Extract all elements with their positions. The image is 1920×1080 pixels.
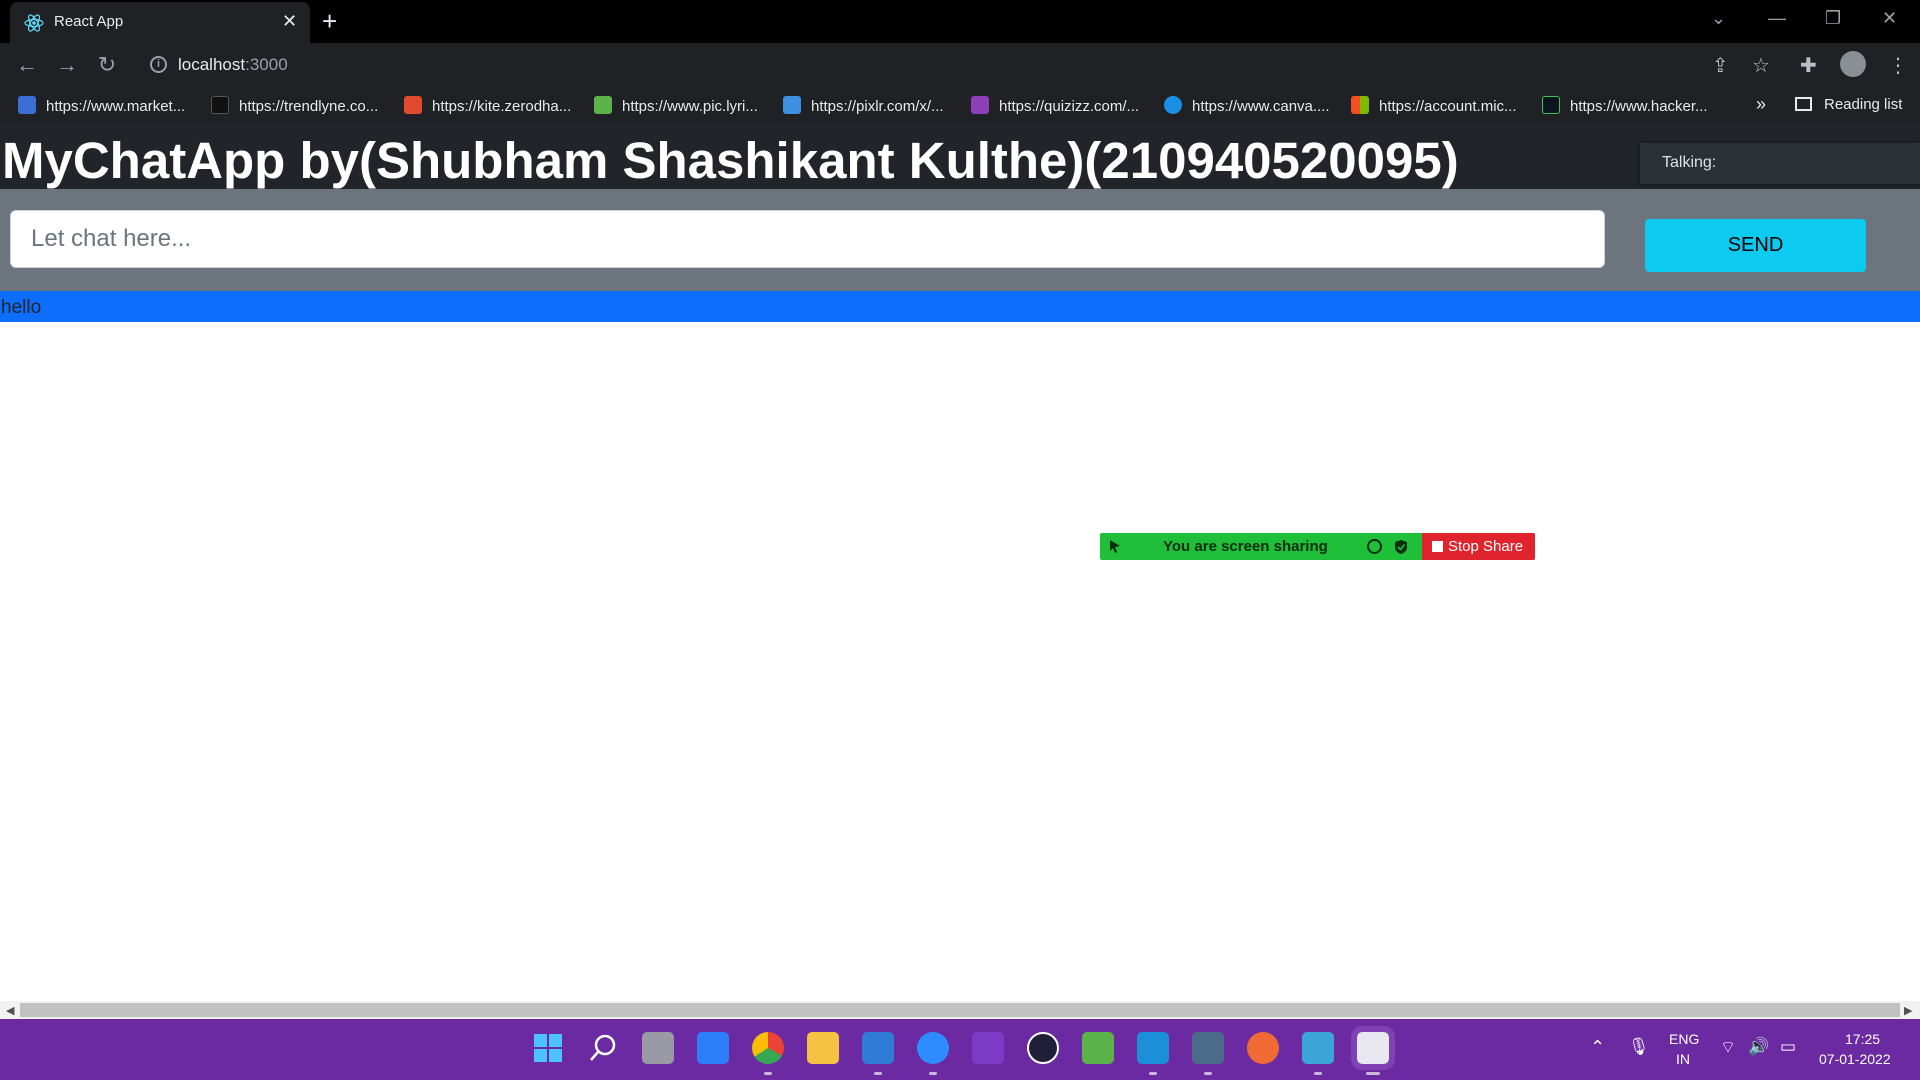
screen-sharing-label: You are screen sharing [1163,538,1328,555]
tab-title: React App [54,13,124,30]
mysql-workbench-icon[interactable] [1192,1032,1224,1064]
drag-handle-icon[interactable] [1108,538,1122,554]
running-indicator [1149,1072,1157,1075]
share-icon[interactable]: ⇪ [1712,53,1729,78]
stop-square-icon [1432,541,1443,552]
forward-icon[interactable]: → [54,52,80,78]
running-indicator [874,1072,882,1075]
bookmark-item[interactable]: https://kite.zerodha... [404,96,571,115]
battery-icon[interactable]: ▭ [1780,1037,1796,1057]
bookmark-favicon-icon [404,96,422,114]
microphone-icon[interactable]: 🎙 [1628,1037,1650,1057]
shield-icon[interactable] [1394,539,1408,555]
bookmark-star-icon[interactable]: ☆ [1752,53,1770,78]
running-indicator [1204,1072,1212,1075]
taskbar: ⌃ 🎙 ENG IN ⌔ 🔊 ▭ 17:25 07-01-2022 [0,1019,1920,1080]
menu-icon[interactable]: ⋮ [1888,53,1908,78]
bookmark-item[interactable]: https://pixlr.com/x/... [783,96,944,115]
chrome-icon[interactable] [752,1032,784,1064]
browser-tabstrip: React App ✕ + ⌄ — ❐ ✕ [0,0,1920,43]
pixlr-icon[interactable] [862,1032,894,1064]
stop-share-label: Stop Share [1448,538,1524,555]
reload-icon[interactable]: ↻ [94,52,120,78]
search-icon[interactable] [587,1032,619,1064]
close-window-icon[interactable]: ✕ [1882,8,1897,29]
new-tab-button[interactable]: + [322,6,337,37]
bookmark-favicon-icon [971,96,989,114]
bookmark-item[interactable]: https://www.canva.... [1164,96,1330,115]
scrollbar-thumb[interactable] [20,1003,1900,1017]
screen-share-banner[interactable]: You are screen sharing Stop Share [1100,533,1535,560]
wifi-icon[interactable]: ⌔ [1720,1037,1736,1058]
more-bookmarks-icon[interactable]: » [1756,94,1766,115]
windows-start-icon[interactable] [532,1032,564,1064]
clock-date[interactable]: 07-01-2022 [1819,1051,1891,1067]
language-top[interactable]: ENG [1669,1031,1699,1047]
running-indicator [1366,1072,1380,1075]
minimize-icon[interactable]: — [1768,8,1786,29]
file-explorer-icon[interactable] [807,1032,839,1064]
talking-indicator: Talking: [1640,143,1920,184]
browser-toolbar: ← → ↻ i localhost:3000 ⇪ ☆ ✚ ⋮ [0,43,1920,87]
url-text[interactable]: localhost:3000 [178,55,288,75]
running-indicator [764,1072,772,1075]
bookmark-item[interactable]: https://www.market... [18,96,185,115]
chat-input-bar: SEND [0,189,1920,291]
widgets-icon[interactable] [697,1032,729,1064]
volume-icon[interactable]: 🔊 [1748,1037,1769,1057]
bookmark-favicon-icon [18,96,36,114]
restore-icon[interactable]: ❐ [1825,8,1841,29]
scroll-right-icon[interactable]: ▶ [1904,1004,1912,1017]
tab-react-app[interactable]: React App ✕ [10,2,310,43]
app-header: MyChatApp by(Shubham Shashikant Kulthe)(… [0,123,1920,189]
chevron-down-icon[interactable]: ⌄ [1711,8,1726,29]
eclipse-icon[interactable] [1027,1032,1059,1064]
chevron-up-icon[interactable]: ⌃ [1590,1037,1605,1058]
onenote-icon[interactable] [972,1032,1004,1064]
snipping-tool-icon[interactable] [1351,1026,1395,1070]
image-app-icon[interactable] [1082,1032,1114,1064]
bookmark-item[interactable]: https://account.mic... [1351,96,1517,115]
react-icon [24,14,44,32]
scroll-left-icon[interactable]: ◀ [6,1004,14,1017]
clock-time[interactable]: 17:25 [1845,1031,1880,1047]
bookmark-item[interactable]: https://www.hacker... [1542,96,1708,115]
send-button[interactable]: SEND [1645,219,1866,272]
language-bottom[interactable]: IN [1676,1051,1690,1067]
stop-share-button[interactable]: Stop Share [1422,533,1535,560]
bookmark-item[interactable]: https://www.pic.lyri... [594,96,758,115]
notepad-icon[interactable] [1302,1032,1334,1064]
bookmark-item[interactable]: https://trendlyne.co... [211,96,378,115]
bookmark-favicon-icon [1351,96,1369,114]
bookmark-favicon-icon [1542,96,1560,114]
bookmark-favicon-icon [211,96,229,114]
reading-list-button[interactable]: Reading list [1795,96,1902,113]
close-tab-icon[interactable]: ✕ [282,11,297,32]
chat-message: hello [0,291,1920,322]
task-view-icon[interactable] [642,1032,674,1064]
running-indicator [929,1072,937,1075]
site-info-icon[interactable]: i [150,56,167,73]
pause-share-icon[interactable] [1367,539,1382,554]
running-indicator [1314,1072,1322,1075]
bookmark-favicon-icon [783,96,801,114]
vscode-icon[interactable] [1137,1032,1169,1064]
chat-input[interactable] [10,210,1605,268]
zoom-icon[interactable] [917,1032,949,1064]
bookmark-item[interactable]: https://quizizz.com/... [971,96,1139,115]
extensions-icon[interactable]: ✚ [1800,53,1817,78]
back-icon[interactable]: ← [14,52,40,78]
postman-icon[interactable] [1247,1032,1279,1064]
horizontal-scrollbar[interactable]: ◀ ▶ [0,1001,1920,1019]
bookmark-favicon-icon [1164,96,1182,114]
page-title: MyChatApp by(Shubham Shashikant Kulthe)(… [2,132,1459,189]
bookmark-favicon-icon [594,96,612,114]
avatar[interactable] [1840,51,1866,77]
reading-list-icon [1795,97,1812,111]
address-bar[interactable]: i localhost:3000 [140,48,1760,82]
bookmarks-bar: https://www.market... https://trendlyne.… [0,87,1920,123]
